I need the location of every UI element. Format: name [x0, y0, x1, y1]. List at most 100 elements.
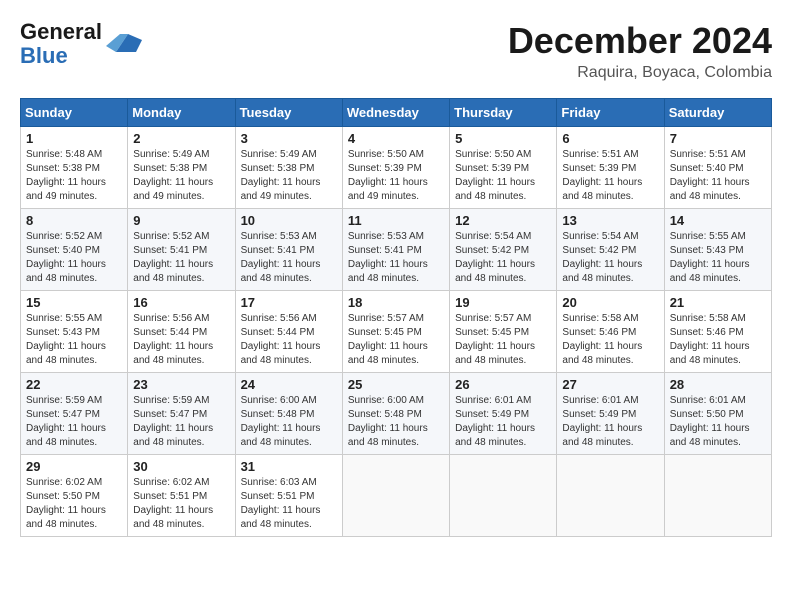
day-number: 2 — [133, 131, 229, 146]
calendar-cell: 7 Sunrise: 5:51 AMSunset: 5:40 PMDaylight… — [664, 127, 771, 209]
calendar-cell: 3 Sunrise: 5:49 AMSunset: 5:38 PMDaylight… — [235, 127, 342, 209]
day-info: Sunrise: 5:51 AMSunset: 5:39 PMDaylight:… — [562, 148, 658, 204]
calendar-cell: 20Sunrise: 5:58 AMSunset: 5:46 PMDayligh… — [557, 291, 664, 373]
calendar-cell: 4 Sunrise: 5:50 AMSunset: 5:39 PMDaylight… — [342, 127, 449, 209]
calendar-cell: 19 Sunrise: 5:57 AMSunset: 5:45 PMDayligh… — [450, 291, 557, 373]
day-info: Sunrise: 6:02 AMSunset: 5:50 PMDaylight:… — [26, 476, 122, 532]
weekday-header-thursday: Thursday — [450, 99, 557, 127]
day-info: Sunrise: 5:57 AMSunset: 5:45 PMDaylight:… — [348, 312, 444, 368]
day-number: 23 — [133, 377, 229, 392]
calendar-table: SundayMondayTuesdayWednesdayThursdayFrid… — [20, 98, 772, 537]
day-number: 10 — [241, 213, 337, 228]
calendar-cell — [664, 455, 771, 537]
day-number: 6 — [562, 131, 658, 146]
weekday-header-tuesday: Tuesday — [235, 99, 342, 127]
day-info: Sunrise: 5:52 AMSunset: 5:41 PMDaylight:… — [133, 230, 229, 286]
calendar-cell: 13 Sunrise: 5:54 AMSunset: 5:42 PMDayligh… — [557, 209, 664, 291]
day-number: 14 — [670, 213, 766, 228]
day-info: Sunrise: 6:01 AMSunset: 5:49 PMDaylight:… — [562, 394, 658, 450]
calendar-week-row: 29 Sunrise: 6:02 AMSunset: 5:50 PMDayligh… — [21, 455, 772, 537]
calendar-cell: 26Sunrise: 6:01 AMSunset: 5:49 PMDayligh… — [450, 373, 557, 455]
day-info: Sunrise: 5:55 AMSunset: 5:43 PMDaylight:… — [670, 230, 766, 286]
day-info: Sunrise: 5:49 AMSunset: 5:38 PMDaylight:… — [241, 148, 337, 204]
calendar-week-row: 1 Sunrise: 5:48 AMSunset: 5:38 PMDaylight… — [21, 127, 772, 209]
calendar-week-row: 8 Sunrise: 5:52 AMSunset: 5:40 PMDaylight… — [21, 209, 772, 291]
calendar-cell: 12 Sunrise: 5:54 AMSunset: 5:42 PMDayligh… — [450, 209, 557, 291]
location-subtitle: Raquira, Boyaca, Colombia — [508, 64, 772, 82]
day-number: 12 — [455, 213, 551, 228]
calendar-cell — [450, 455, 557, 537]
calendar-cell: 10 Sunrise: 5:53 AMSunset: 5:41 PMDayligh… — [235, 209, 342, 291]
weekday-header-monday: Monday — [128, 99, 235, 127]
day-info: Sunrise: 6:01 AMSunset: 5:50 PMDaylight:… — [670, 394, 766, 450]
day-info: Sunrise: 5:57 AMSunset: 5:45 PMDaylight:… — [455, 312, 551, 368]
day-number: 15 — [26, 295, 122, 310]
calendar-cell: 16 Sunrise: 5:56 AMSunset: 5:44 PMDayligh… — [128, 291, 235, 373]
day-info: Sunrise: 5:49 AMSunset: 5:38 PMDaylight:… — [133, 148, 229, 204]
day-info: Sunrise: 6:00 AMSunset: 5:48 PMDaylight:… — [348, 394, 444, 450]
day-info: Sunrise: 5:54 AMSunset: 5:42 PMDaylight:… — [562, 230, 658, 286]
day-info: Sunrise: 5:51 AMSunset: 5:40 PMDaylight:… — [670, 148, 766, 204]
calendar-cell: 30 Sunrise: 6:02 AMSunset: 5:51 PMDayligh… — [128, 455, 235, 537]
calendar-cell: 25Sunrise: 6:00 AMSunset: 5:48 PMDayligh… — [342, 373, 449, 455]
calendar-cell: 21 Sunrise: 5:58 AMSunset: 5:46 PMDayligh… — [664, 291, 771, 373]
calendar-cell: 11Sunrise: 5:53 AMSunset: 5:41 PMDayligh… — [342, 209, 449, 291]
calendar-cell: 18 Sunrise: 5:57 AMSunset: 5:45 PMDayligh… — [342, 291, 449, 373]
calendar-cell: 8 Sunrise: 5:52 AMSunset: 5:40 PMDaylight… — [21, 209, 128, 291]
calendar-cell: 28 Sunrise: 6:01 AMSunset: 5:50 PMDayligh… — [664, 373, 771, 455]
calendar-cell: 14 Sunrise: 5:55 AMSunset: 5:43 PMDayligh… — [664, 209, 771, 291]
day-number: 22 — [26, 377, 122, 392]
day-info: Sunrise: 5:55 AMSunset: 5:43 PMDaylight:… — [26, 312, 122, 368]
weekday-header-row: SundayMondayTuesdayWednesdayThursdayFrid… — [21, 99, 772, 127]
day-info: Sunrise: 5:56 AMSunset: 5:44 PMDaylight:… — [133, 312, 229, 368]
day-number: 21 — [670, 295, 766, 310]
day-info: Sunrise: 6:02 AMSunset: 5:51 PMDaylight:… — [133, 476, 229, 532]
day-info: Sunrise: 5:50 AMSunset: 5:39 PMDaylight:… — [348, 148, 444, 204]
calendar-cell: 24 Sunrise: 6:00 AMSunset: 5:48 PMDayligh… — [235, 373, 342, 455]
calendar-cell — [342, 455, 449, 537]
day-number: 5 — [455, 131, 551, 146]
calendar-cell: 29 Sunrise: 6:02 AMSunset: 5:50 PMDayligh… — [21, 455, 128, 537]
day-number: 28 — [670, 377, 766, 392]
day-number: 19 — [455, 295, 551, 310]
day-info: Sunrise: 5:53 AMSunset: 5:41 PMDaylight:… — [241, 230, 337, 286]
day-number: 24 — [241, 377, 337, 392]
day-number: 1 — [26, 131, 122, 146]
calendar-week-row: 15 Sunrise: 5:55 AMSunset: 5:43 PMDayligh… — [21, 291, 772, 373]
day-number: 16 — [133, 295, 229, 310]
calendar-cell — [557, 455, 664, 537]
day-number: 20 — [562, 295, 658, 310]
day-number: 29 — [26, 459, 122, 474]
calendar-cell: 1 Sunrise: 5:48 AMSunset: 5:38 PMDaylight… — [21, 127, 128, 209]
day-number: 11 — [348, 213, 444, 228]
day-number: 18 — [348, 295, 444, 310]
calendar-cell: 22Sunrise: 5:59 AMSunset: 5:47 PMDayligh… — [21, 373, 128, 455]
logo-text-line2: Blue — [20, 44, 102, 68]
day-info: Sunrise: 5:54 AMSunset: 5:42 PMDaylight:… — [455, 230, 551, 286]
day-info: Sunrise: 5:50 AMSunset: 5:39 PMDaylight:… — [455, 148, 551, 204]
day-number: 30 — [133, 459, 229, 474]
title-area: December 2024 Raquira, Boyaca, Colombia — [508, 20, 772, 82]
day-number: 7 — [670, 131, 766, 146]
day-number: 17 — [241, 295, 337, 310]
calendar-cell: 31Sunrise: 6:03 AMSunset: 5:51 PMDayligh… — [235, 455, 342, 537]
day-info: Sunrise: 5:58 AMSunset: 5:46 PMDaylight:… — [670, 312, 766, 368]
calendar-cell: 15 Sunrise: 5:55 AMSunset: 5:43 PMDayligh… — [21, 291, 128, 373]
day-number: 4 — [348, 131, 444, 146]
calendar-cell: 9Sunrise: 5:52 AMSunset: 5:41 PMDaylight… — [128, 209, 235, 291]
day-info: Sunrise: 5:52 AMSunset: 5:40 PMDaylight:… — [26, 230, 122, 286]
day-number: 13 — [562, 213, 658, 228]
day-info: Sunrise: 5:48 AMSunset: 5:38 PMDaylight:… — [26, 148, 122, 204]
logo-icon — [106, 30, 142, 58]
day-number: 8 — [26, 213, 122, 228]
weekday-header-wednesday: Wednesday — [342, 99, 449, 127]
day-number: 26 — [455, 377, 551, 392]
day-info: Sunrise: 6:00 AMSunset: 5:48 PMDaylight:… — [241, 394, 337, 450]
calendar-cell: 23Sunrise: 5:59 AMSunset: 5:47 PMDayligh… — [128, 373, 235, 455]
day-number: 27 — [562, 377, 658, 392]
day-number: 3 — [241, 131, 337, 146]
calendar-week-row: 22Sunrise: 5:59 AMSunset: 5:47 PMDayligh… — [21, 373, 772, 455]
calendar-cell: 17Sunrise: 5:56 AMSunset: 5:44 PMDayligh… — [235, 291, 342, 373]
calendar-cell: 5 Sunrise: 5:50 AMSunset: 5:39 PMDaylight… — [450, 127, 557, 209]
weekday-header-saturday: Saturday — [664, 99, 771, 127]
